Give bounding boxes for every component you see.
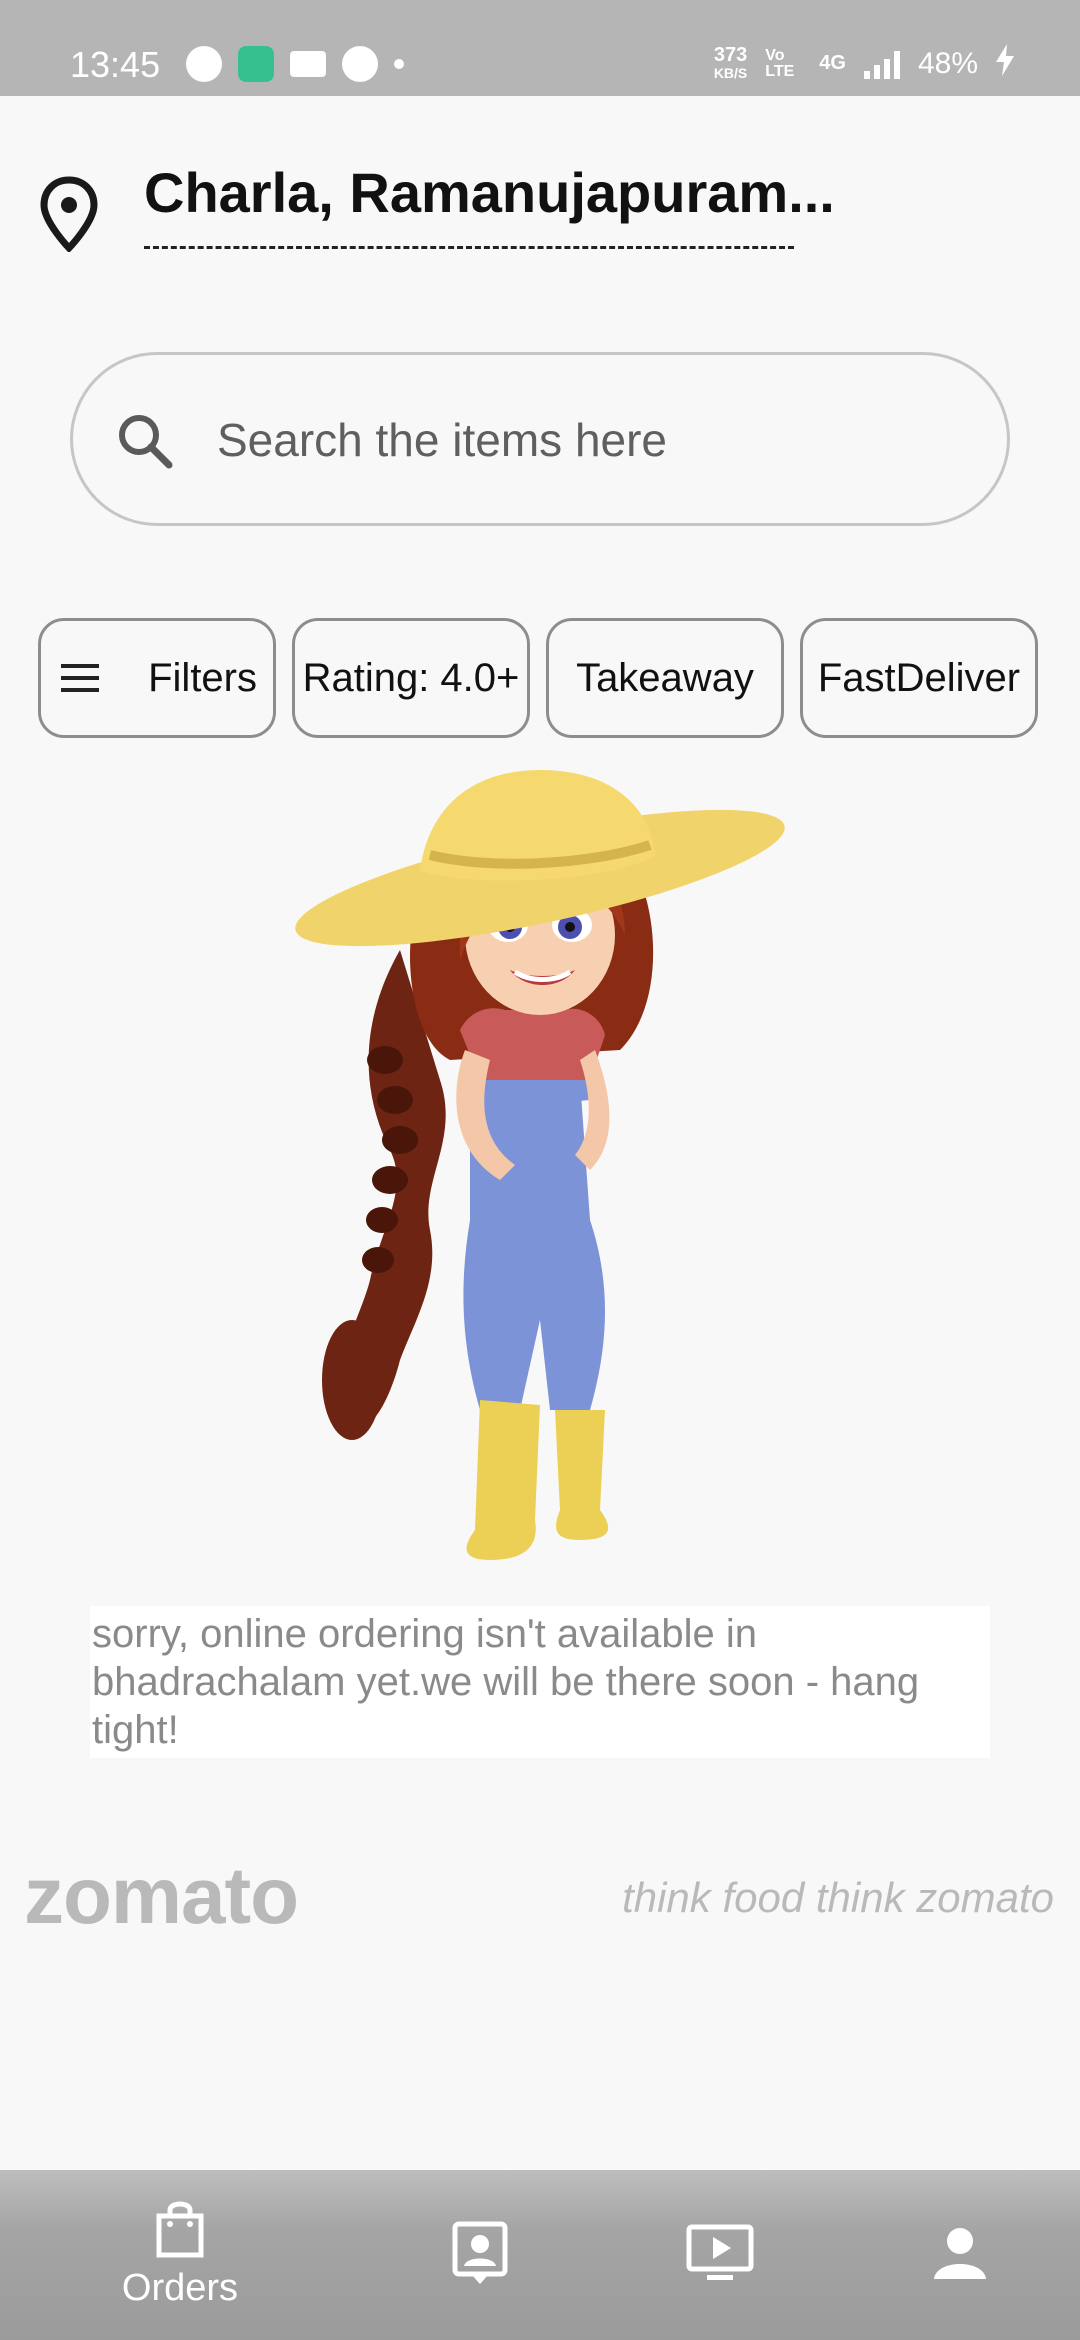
filters-label: Filters [148,655,257,700]
network-speed: 373 KB/S [713,43,748,82]
takeaway-filter-label: Takeaway [576,655,754,700]
filter-chips: Filters Rating: 4.0+ Takeaway FastDelive… [38,618,1038,738]
brand-logo: zomato [24,1851,299,1940]
rating-filter-chip[interactable]: Rating: 4.0+ [292,618,530,738]
search-icon [113,409,177,473]
location-underline [144,246,794,249]
more-notifications-icon [394,59,404,69]
fast-delivery-filter-label: FastDeliver [817,655,1021,700]
unavailable-message: sorry, online ordering isn't available i… [90,1606,990,1758]
search-bar[interactable] [70,352,1010,526]
menu-icon [61,664,99,692]
nav-orders-label: Orders [121,2267,239,2309]
bottom-navigation: Orders [0,2170,1080,2340]
status-right: 373 KB/S Vo LTE 4G 48% [714,44,1014,83]
app-notification-icon [186,46,222,82]
nav-videos[interactable] [650,2170,790,2340]
contact-card-icon [451,2220,509,2291]
farmer-girl-illustration [290,760,800,1600]
profile-icon [932,2225,988,2286]
location-pin-icon[interactable] [40,176,98,254]
battery-level: 48% [917,46,978,80]
signal-icon [863,49,900,79]
nav-profile[interactable] [890,2170,1030,2340]
status-time: 13:45 [70,44,161,85]
chrome-icon [342,46,378,82]
shopping-bag-icon [154,2200,206,2263]
search-input[interactable] [217,405,977,475]
speed-value: 373 [713,43,748,66]
volte-icon: Vo LTE [765,46,795,80]
network-type: 4G [819,52,846,74]
nav-orders[interactable]: Orders [100,2170,260,2340]
status-bar: 13:45 373 KB/S Vo LTE 4G 48% [0,0,1080,96]
shop-notification-icon [238,46,274,82]
filters-button[interactable]: Filters [38,618,276,738]
fast-delivery-filter-chip[interactable]: FastDeliver [800,618,1038,738]
brand-tagline: think food think zomato [622,1874,1054,1921]
takeaway-filter-chip[interactable]: Takeaway [546,618,784,738]
notification-icons [186,46,404,82]
nav-contacts[interactable] [410,2170,550,2340]
mail-icon [290,51,326,77]
video-play-icon [685,2223,755,2288]
rating-filter-label: Rating: 4.0+ [302,655,520,700]
speed-unit: KB/S [713,64,748,81]
location-title[interactable]: Charla, Ramanujapuram... [144,160,835,225]
charging-icon [996,44,1014,83]
